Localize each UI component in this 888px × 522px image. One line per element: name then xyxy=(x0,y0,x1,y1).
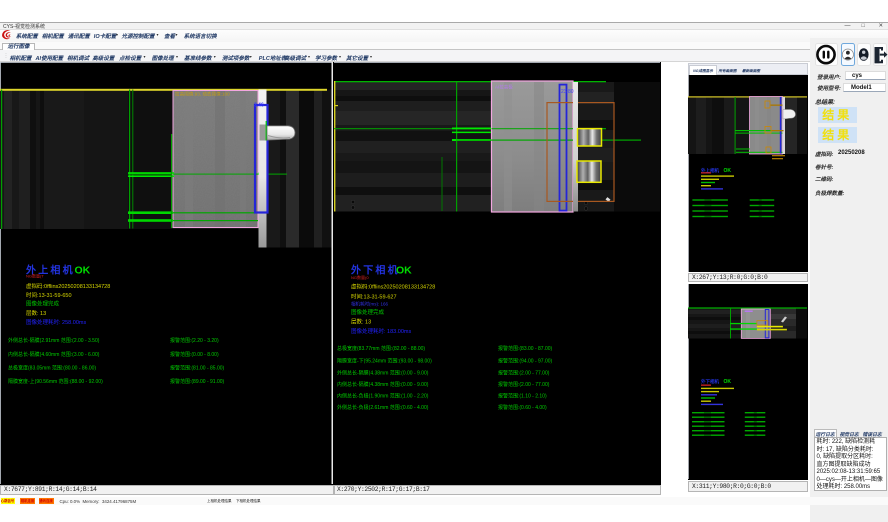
svg-text:NG数量(0: NG数量(0 xyxy=(351,274,369,280)
svg-text:外侧总长-隔膜(4.38mm 范围:(0.00 - 9.00: 外侧总长-隔膜(4.38mm 范围:(0.00 - 9.00) xyxy=(337,370,429,377)
svg-text:时间:13-31-59-650: 时间:13-31-59-650 xyxy=(26,291,72,299)
svg-text:OK: OK xyxy=(724,168,732,174)
svg-text:总极宽度(83.77mm 范围:(82.00 - 88.00: 总极宽度(83.77mm 范围:(82.00 - 88.00) xyxy=(337,345,425,352)
svg-text:外侧总长-负极(2.61mm 范围:(0.60 - 4.00: 外侧总长-负极(2.61mm 范围:(0.60 - 4.00) xyxy=(337,404,429,411)
svg-text:报警范围:(89.00 - 91.00): 报警范围:(89.00 - 91.00) xyxy=(170,378,225,385)
svg-text:虚拟码:0fflins20250208133134728: 虚拟码:0fflins20250208133134728 xyxy=(26,282,110,290)
svg-text:时间:13-31-59-627: 时间:13-31-59-627 xyxy=(351,293,397,301)
svg-text:3.46: 3.46 xyxy=(254,103,264,109)
svg-text:虚拟码:0fflins20250208133134728: 虚拟码:0fflins20250208133134728 xyxy=(351,283,435,291)
svg-text:图像处理耗时: 183.00ms: 图像处理耗时: 183.00ms xyxy=(351,327,411,335)
svg-text:图像处理耗时: 258.00ms: 图像处理耗时: 258.00ms xyxy=(26,318,86,326)
svg-text:隔膜宽度-下(95.24mm 范围:(93.00 - 98.: 隔膜宽度-下(95.24mm 范围:(93.00 - 98.00) xyxy=(337,358,432,365)
svg-text:NG数量(T: NG数量(T xyxy=(26,273,44,279)
svg-text:拉高阈值:93, 动态阈值:100: 拉高阈值:93, 动态阈值:100 xyxy=(175,91,230,98)
svg-text:外侧总长-隔膜(2.91mm 范围:(2.00 - 3.50: 外侧总长-隔膜(2.91mm 范围:(2.00 - 3.50) xyxy=(8,337,100,344)
svg-text:报警范围:(0.00 - 8.00): 报警范围:(0.00 - 8.00) xyxy=(170,351,219,358)
svg-text:报警范围:(2.00 - 77.00): 报警范围:(2.00 - 77.00) xyxy=(498,381,550,388)
svg-text:AI拉高极: AI拉高极 xyxy=(495,84,513,91)
svg-text:总极宽度(83.05mm 范围:(80.00 - 86.00: 总极宽度(83.05mm 范围:(80.00 - 86.00) xyxy=(8,365,96,372)
svg-text:23.80: 23.80 xyxy=(561,89,574,95)
svg-text:报警范围:(2.00 - 77.00): 报警范围:(2.00 - 77.00) xyxy=(498,370,550,377)
svg-text:层数: 13: 层数: 13 xyxy=(351,318,371,326)
svg-text:报警范围:(81.00 - 85.00): 报警范围:(81.00 - 85.00) xyxy=(170,365,225,372)
svg-text:OK: OK xyxy=(396,265,412,277)
svg-text:内侧总长-负极(1.90mm 范围:(1.00 - 2.20: 内侧总长-负极(1.90mm 范围:(1.00 - 2.20) xyxy=(337,393,429,400)
svg-text:报警范围:(94.00 - 97.00): 报警范围:(94.00 - 97.00) xyxy=(498,358,553,365)
svg-text:图像处理完成: 图像处理完成 xyxy=(351,308,385,316)
svg-text:报警范围:(0.60 - 4.00): 报警范围:(0.60 - 4.00) xyxy=(498,404,547,411)
svg-text:层数: 13: 层数: 13 xyxy=(26,309,46,317)
svg-text:报警范围:(2.20 - 3.20): 报警范围:(2.20 - 3.20) xyxy=(170,337,219,344)
svg-text:内侧总长-隔膜(4.38mm 范围:(0.00 - 9.00: 内侧总长-隔膜(4.38mm 范围:(0.00 - 9.00) xyxy=(337,381,429,388)
svg-text:报警范围:(83.00 - 87.00): 报警范围:(83.00 - 87.00) xyxy=(498,345,553,352)
svg-text:OK: OK xyxy=(75,265,91,277)
svg-text:相机耗时(ms): 166: 相机耗时(ms): 166 xyxy=(351,301,389,308)
svg-text:外下相机: 外下相机 xyxy=(701,378,719,385)
svg-text:图像处理完成: 图像处理完成 xyxy=(26,300,60,308)
svg-text:OK: OK xyxy=(724,379,732,385)
svg-text:报警范围:(1.10 - 2.10): 报警范围:(1.10 - 2.10) xyxy=(498,393,547,400)
svg-text:内侧总长-隔膜(4.60mm 范围:(3.00 - 6.00: 内侧总长-隔膜(4.60mm 范围:(3.00 - 6.00) xyxy=(8,351,100,358)
svg-text:隔膜宽度-上(90.56mm 范围:(88.00 - 92.: 隔膜宽度-上(90.56mm 范围:(88.00 - 92.00) xyxy=(8,378,103,385)
